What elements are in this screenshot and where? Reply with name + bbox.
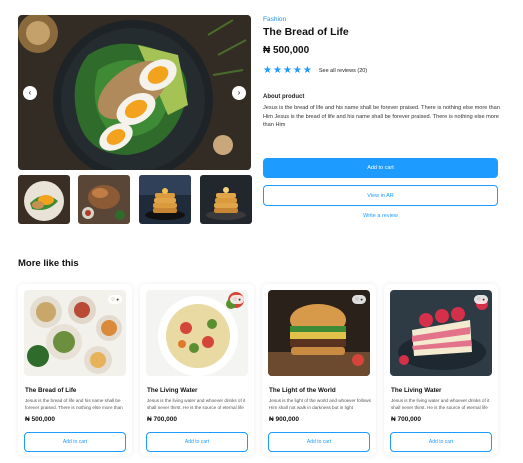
product-card-price: ₦ 700,000 (147, 416, 177, 423)
card-add-to-cart-button[interactable]: Add to cart (24, 432, 126, 452)
product-card-description: Jesus is the living water and whoever dr… (391, 398, 490, 410)
product-price: ₦ 500,000 (263, 45, 310, 56)
write-review-link[interactable]: Write a review (263, 213, 498, 219)
thumbnail-4[interactable] (200, 175, 252, 224)
gallery-prev-button[interactable]: ‹ (23, 86, 37, 100)
card-add-to-cart-button[interactable]: Add to cart (268, 432, 370, 452)
thumbnail-3[interactable] (139, 175, 191, 224)
product-card-price: ₦ 900,000 (269, 416, 299, 423)
card-badge[interactable]: ♡ ● (474, 295, 488, 304)
product-card-description: Jesus is the light of the world and whoe… (269, 398, 371, 410)
thumbnail-strip (18, 175, 252, 224)
product-card[interactable]: ♡ ● The Light of the World Jesus is the … (262, 284, 376, 456)
about-product-text: Jesus is the bread of life and his name … (263, 105, 500, 129)
product-rating: ★ ★ ★ ★ ★ See all reviews (20) (263, 66, 367, 76)
product-card-image: ♡ ● (24, 290, 126, 376)
product-card[interactable]: ♡ ● The Living Water Jesus is the living… (384, 284, 498, 456)
product-card-description: Jesus is the living water and whoever dr… (147, 398, 246, 410)
product-card-price: ₦ 500,000 (25, 416, 55, 423)
main-product-image: ‹ › (18, 15, 251, 170)
star-icon: ★ (292, 65, 302, 76)
product-card-title: The Living Water (147, 387, 198, 394)
card-badge[interactable]: ♡ ● (230, 295, 244, 304)
star-icon: ★ (263, 65, 272, 76)
thumbnail-2[interactable] (78, 175, 130, 224)
chevron-right-icon: › (237, 88, 241, 97)
star-icon: ★ (272, 65, 282, 76)
thumbnail-1[interactable] (18, 175, 70, 224)
about-product-heading: About product (263, 94, 305, 100)
card-badge[interactable]: ♡ ● (108, 295, 122, 304)
more-like-this-heading: More like this (18, 258, 79, 269)
card-add-to-cart-button[interactable]: Add to cart (146, 432, 248, 452)
chevron-left-icon: ‹ (28, 88, 32, 97)
view-in-ar-button[interactable]: View in AR (263, 185, 498, 206)
product-category[interactable]: Fashion (263, 16, 286, 23)
gallery-next-button[interactable]: › (232, 86, 246, 100)
product-card-description: Jesus is the bread of life and his name … (25, 398, 123, 410)
product-card-title: The Light of the World (269, 387, 336, 394)
product-card[interactable]: ♡ ● The Living Water Jesus is the living… (140, 284, 254, 456)
product-card-image: ♡ ● (268, 290, 370, 376)
product-card-title: The Bread of Life (25, 387, 77, 394)
add-to-cart-button[interactable]: Add to cart (263, 158, 498, 178)
product-card-image: ♡ ● (390, 290, 492, 376)
product-card[interactable]: ♡ ● The Bread of Life Jesus is the bread… (18, 284, 132, 456)
see-all-reviews-link[interactable]: See all reviews (20) (319, 68, 367, 74)
card-badge[interactable]: ♡ ● (352, 295, 366, 304)
product-card-price: ₦ 700,000 (391, 416, 421, 423)
product-card-image: ♡ ● (146, 290, 248, 376)
card-add-to-cart-button[interactable]: Add to cart (390, 432, 492, 452)
product-title: The Bread of Life (263, 26, 349, 38)
star-icon: ★ (282, 65, 292, 76)
star-icon: ★ (302, 65, 312, 76)
product-card-title: The Living Water (391, 387, 442, 394)
